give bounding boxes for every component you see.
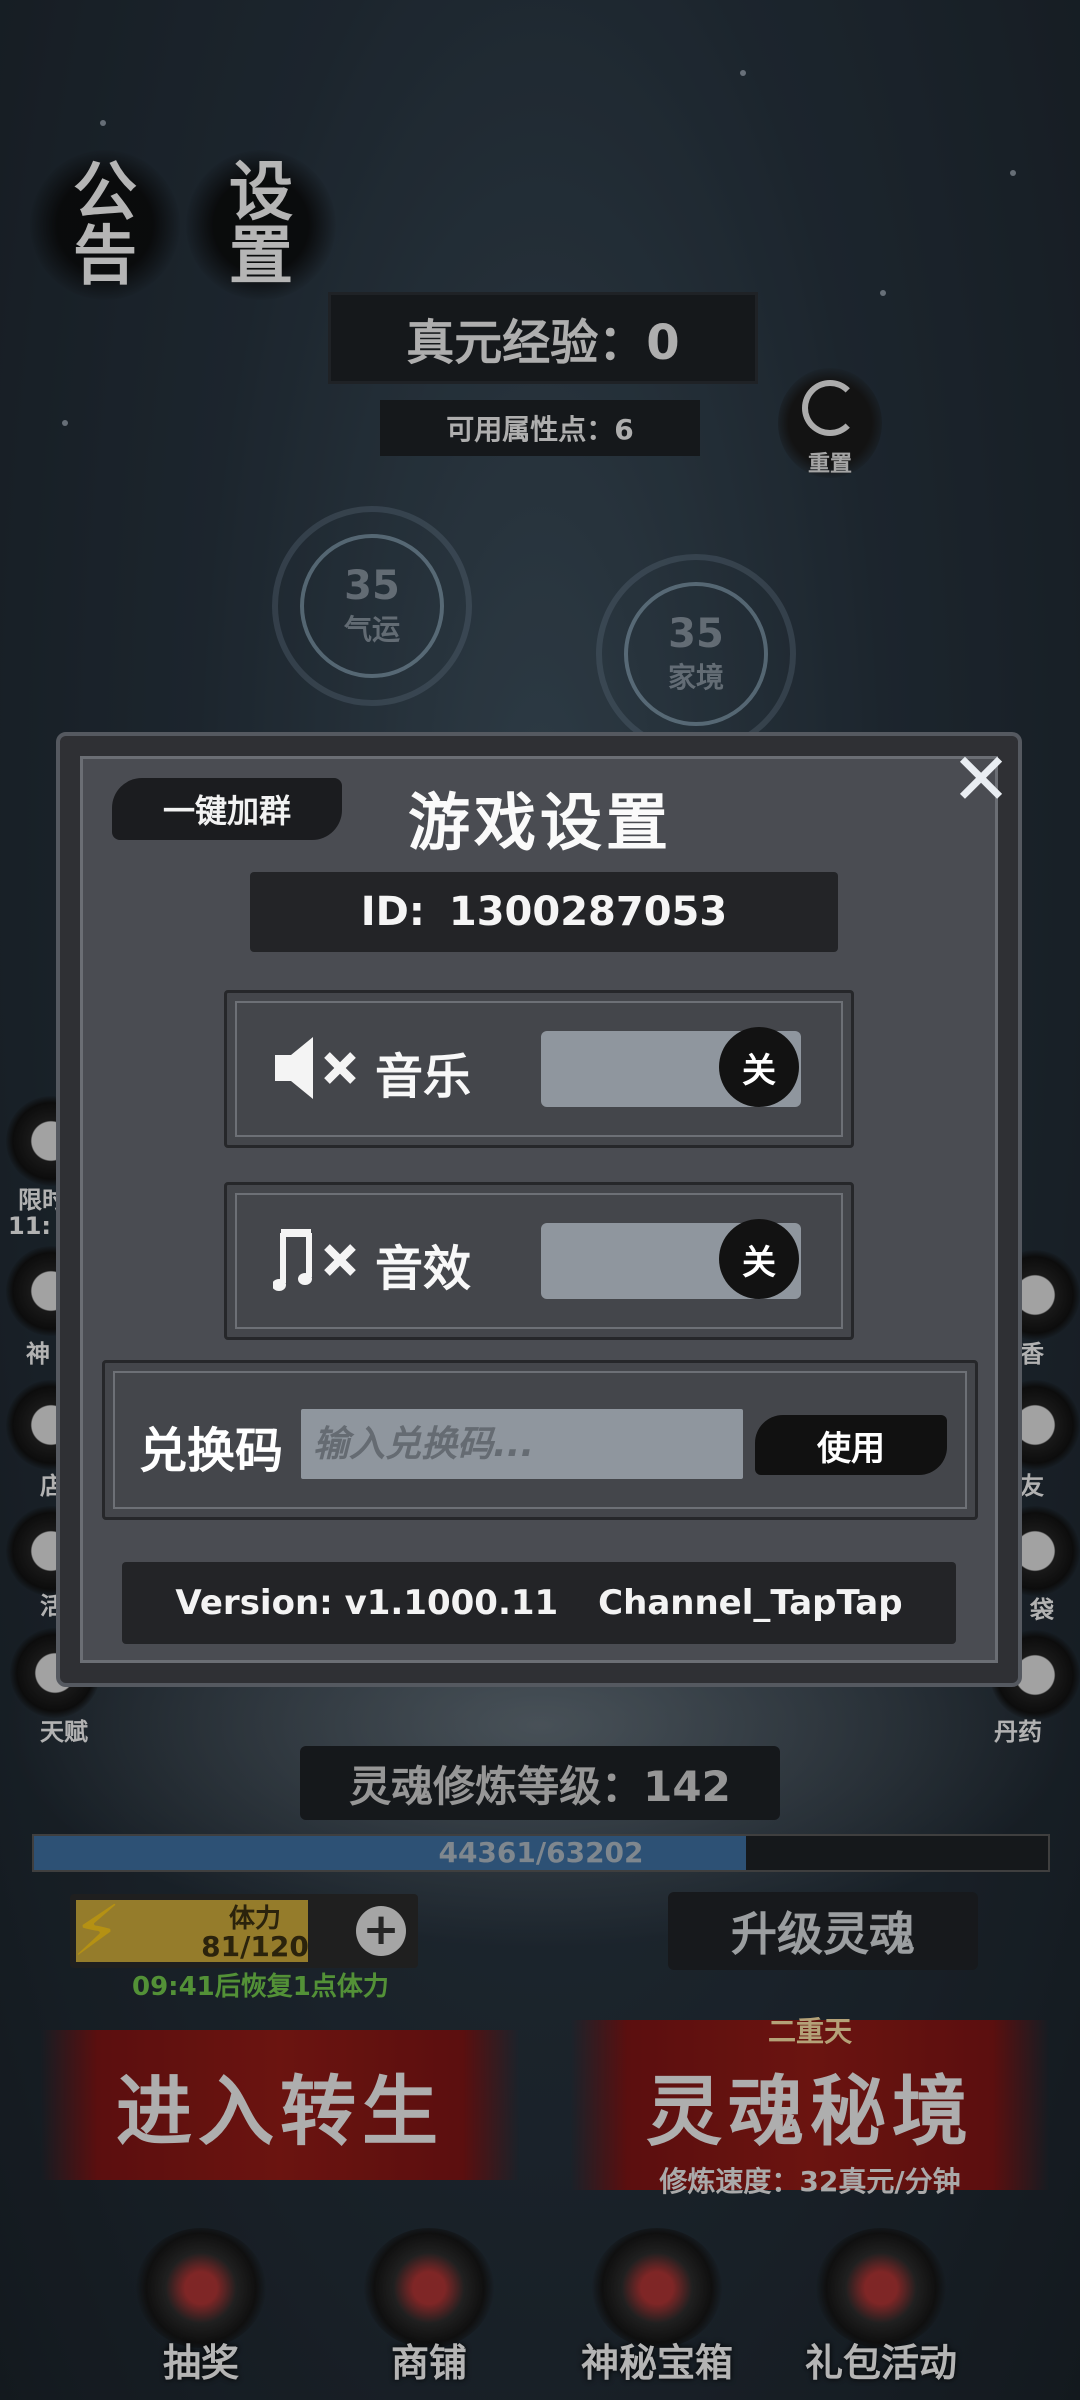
version-bar: Version: v1.1000.11 Channel_TapTap — [122, 1562, 956, 1644]
channel-text: Channel_TapTap — [598, 1583, 903, 1623]
modal-title: 游戏设置 — [407, 786, 672, 859]
id-value: 1300287053 — [448, 889, 728, 935]
music-label: 音乐 — [375, 1049, 472, 1105]
version-text: Version: v1.1000.11 — [175, 1583, 559, 1623]
music-toggle-knob: 关 — [719, 1027, 799, 1107]
music-option: 音乐 关 — [224, 990, 854, 1148]
sfx-muted-icon — [272, 1225, 363, 1295]
join-group-button[interactable]: 一键加群 — [112, 778, 342, 840]
redeem-code-label: 兑换码 — [139, 1423, 284, 1479]
player-id-bar: ID: 1300287053 — [250, 872, 838, 952]
sfx-label: 音效 — [375, 1241, 472, 1297]
join-group-label: 一键加群 — [162, 792, 291, 830]
use-code-label: 使用 — [817, 1428, 885, 1469]
music-muted-icon — [273, 1033, 363, 1103]
sfx-toggle[interactable]: 关 — [541, 1219, 801, 1299]
redeem-code-input[interactable] — [301, 1409, 743, 1479]
close-icon[interactable]: ✕ — [946, 743, 1016, 815]
sfx-toggle-knob: 关 — [719, 1219, 799, 1299]
music-toggle[interactable]: 关 — [541, 1027, 801, 1107]
use-code-button[interactable]: 使用 — [755, 1415, 947, 1475]
redeem-code-section: 兑换码 使用 — [102, 1360, 978, 1520]
sfx-option: 音效 关 — [224, 1182, 854, 1340]
id-label: ID: — [360, 889, 425, 935]
